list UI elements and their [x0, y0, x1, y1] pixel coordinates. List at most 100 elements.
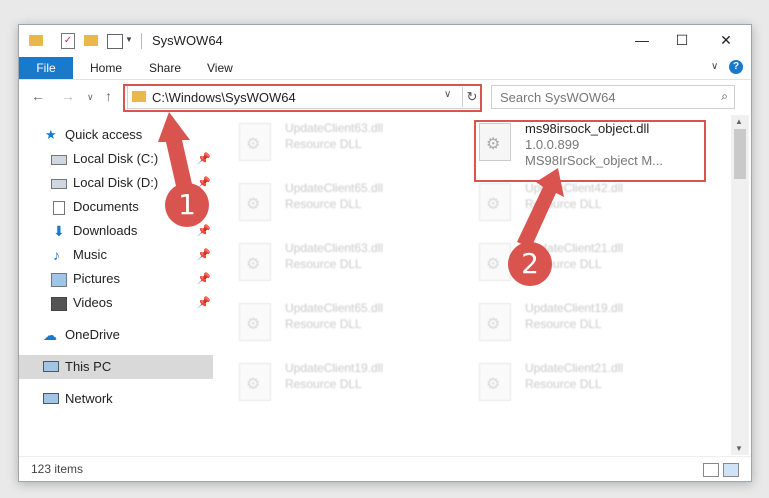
file-item[interactable]: UpdateClient65.dll Resource DLL — [219, 295, 439, 345]
sidebar-item-label: Local Disk (D:) — [73, 175, 159, 190]
sidebar-item-network[interactable]: Network — [19, 387, 213, 411]
item-count: 123 items — [31, 462, 84, 476]
step-1-badge: 1 — [165, 183, 209, 227]
file-type: Resource DLL — [285, 317, 362, 331]
tab-share[interactable]: Share — [149, 57, 181, 79]
file-name: UpdateClient63.dll — [285, 121, 384, 135]
file-name: UpdateClient42.dll — [525, 181, 624, 195]
customize-toolbar-chevron-icon[interactable]: ▼ — [125, 35, 133, 51]
new-folder-icon[interactable] — [84, 35, 98, 46]
file-name: UpdateClient21.dll — [525, 361, 624, 375]
refresh-icon[interactable]: ↻ — [462, 87, 481, 107]
dll-file-icon — [239, 363, 271, 401]
selected-file-item[interactable]: ms98irsock_object.dll 1.0.0.899 MS98IrSo… — [459, 115, 679, 173]
large-icons-view-icon[interactable] — [723, 463, 739, 477]
file-item[interactable]: UpdateClient19.dll Resource DLL — [459, 295, 679, 345]
tab-file[interactable]: File — [19, 57, 73, 79]
folder-icon — [132, 91, 146, 102]
file-item[interactable]: UpdateClient21.dll Resource DLL — [459, 355, 679, 405]
computer-icon — [43, 361, 59, 372]
dll-file-icon — [479, 243, 511, 281]
dll-file-icon — [479, 123, 511, 161]
dll-file-icon — [239, 183, 271, 221]
file-item[interactable]: UpdateClient21.dll Resource DLL — [459, 235, 679, 285]
navigation-pane: ★ Quick access Local Disk (C:) 📌 Local D… — [19, 115, 213, 455]
sidebar-item-label: Network — [65, 391, 113, 406]
file-type: Resource DLL — [285, 197, 362, 211]
properties-check-icon[interactable]: ✓ — [61, 33, 75, 49]
sidebar-item-quick-access[interactable]: ★ Quick access — [19, 123, 213, 147]
expand-ribbon-chevron-icon[interactable]: ∨ — [711, 61, 718, 72]
help-icon[interactable]: ? — [729, 60, 743, 74]
pin-icon[interactable]: 📌 — [197, 267, 211, 291]
maximize-button[interactable]: ☐ — [659, 25, 705, 55]
scroll-down-arrow-icon[interactable]: ▼ — [735, 444, 743, 453]
navigation-bar: ← → ∨ ↑ C:\Windows\SysWOW64 ∨ ↻ Search S… — [19, 80, 751, 114]
address-bar[interactable]: C:\Windows\SysWOW64 ∨ ↻ — [127, 85, 481, 109]
pin-icon[interactable]: 📌 — [197, 147, 211, 171]
dll-file-icon — [479, 303, 511, 341]
folder-icon[interactable] — [29, 35, 43, 46]
file-name: UpdateClient19.dll — [285, 361, 384, 375]
file-item[interactable]: UpdateClient19.dll Resource DLL — [219, 355, 439, 405]
search-input[interactable]: Search SysWOW64 ⌕ — [491, 85, 735, 109]
sidebar-item-onedrive[interactable]: ☁ OneDrive — [19, 323, 213, 347]
address-path[interactable]: C:\Windows\SysWOW64 — [152, 90, 296, 105]
scroll-up-arrow-icon[interactable]: ▲ — [735, 117, 743, 126]
close-button[interactable]: ✕ — [703, 25, 749, 55]
status-bar: 123 items — [19, 456, 751, 481]
recent-locations-chevron-icon[interactable]: ∨ — [87, 92, 94, 103]
file-description: MS98IrSock_object M... — [525, 153, 663, 168]
tab-view[interactable]: View — [207, 57, 233, 79]
search-icon[interactable]: ⌕ — [721, 89, 728, 104]
pin-icon[interactable]: 📌 — [197, 243, 211, 267]
back-arrow-icon[interactable]: ← — [31, 88, 45, 104]
address-dropdown-chevron-icon[interactable]: ∨ — [444, 89, 451, 100]
sidebar-item-label: Pictures — [73, 271, 120, 286]
sidebar-item-music[interactable]: ♪ Music 📌 — [19, 243, 213, 267]
star-icon: ★ — [45, 127, 57, 142]
sidebar-item-label: Music — [73, 247, 107, 262]
file-type: Resource DLL — [285, 137, 362, 151]
picture-icon — [51, 273, 67, 287]
sidebar-item-this-pc[interactable]: This PC — [19, 355, 213, 379]
sidebar-item-label: OneDrive — [65, 327, 120, 342]
quick-access-properties-icon[interactable] — [107, 34, 123, 49]
file-name: ms98irsock_object.dll — [525, 121, 650, 136]
explorer-window: ✓ ▼ SysWOW64 — ☐ ✕ File Home Share View … — [18, 24, 752, 482]
sidebar-item-label: Quick access — [65, 127, 143, 142]
network-icon — [43, 393, 59, 404]
file-type: Resource DLL — [525, 317, 602, 331]
file-version: 1.0.0.899 — [525, 137, 580, 152]
file-type: Resource DLL — [525, 377, 602, 391]
file-type: Resource DLL — [525, 197, 602, 211]
file-item[interactable]: UpdateClient65.dll Resource DLL — [219, 175, 439, 225]
up-arrow-icon[interactable]: ↑ — [105, 88, 112, 104]
file-type: Resource DLL — [285, 377, 362, 391]
file-name: UpdateClient19.dll — [525, 301, 624, 315]
file-item[interactable]: UpdateClient42.dll Resource DLL — [459, 175, 679, 225]
sidebar-item-label: Local Disk (C:) — [73, 151, 159, 166]
details-view-icon[interactable] — [703, 463, 719, 477]
window-title: SysWOW64 — [152, 33, 223, 48]
pin-icon[interactable]: 📌 — [197, 291, 211, 315]
file-item[interactable]: UpdateClient63.dll Resource DLL — [219, 115, 439, 165]
document-icon — [53, 201, 65, 215]
forward-arrow-icon[interactable]: → — [61, 88, 75, 104]
file-type: Resource DLL — [285, 257, 362, 271]
sidebar-item-label: This PC — [65, 359, 112, 374]
sidebar-item-videos[interactable]: Videos 📌 — [19, 291, 213, 315]
step-2-badge: 2 — [508, 242, 552, 286]
sidebar-item-label: Downloads — [73, 223, 138, 238]
drive-icon — [51, 179, 67, 189]
dll-file-icon — [239, 303, 271, 341]
vertical-scrollbar[interactable]: ▲ ▼ — [731, 115, 749, 455]
download-arrow-icon: ⬇ — [53, 223, 65, 239]
file-name: UpdateClient63.dll — [285, 241, 384, 255]
scrollbar-thumb[interactable] — [734, 129, 746, 179]
file-item[interactable]: UpdateClient63.dll Resource DLL — [219, 235, 439, 285]
tab-home[interactable]: Home — [90, 57, 122, 79]
sidebar-item-local-disk-c[interactable]: Local Disk (C:) 📌 — [19, 147, 213, 171]
sidebar-item-pictures[interactable]: Pictures 📌 — [19, 267, 213, 291]
sidebar-item-label: Videos — [73, 295, 113, 310]
